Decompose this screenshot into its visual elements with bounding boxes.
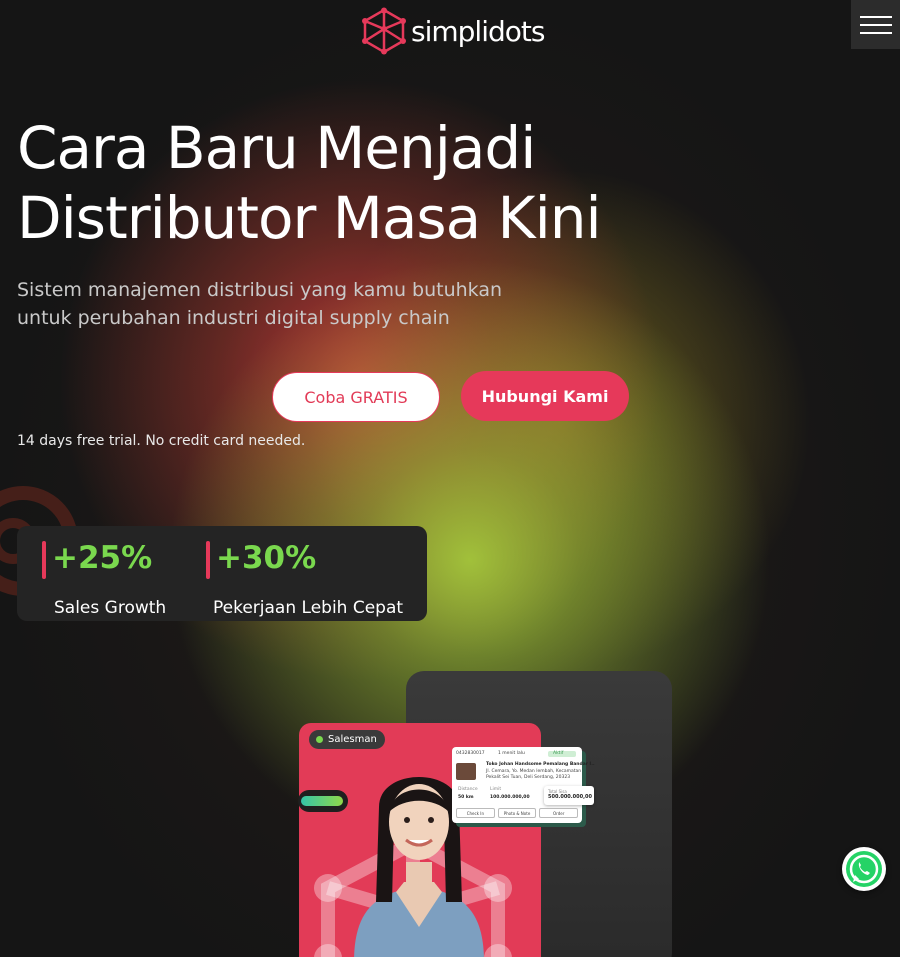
total-remaining-box: Total Sisa 500.000.000,00 xyxy=(544,786,594,805)
hero-subtitle: Sistem manajemen distribusi yang kamu bu… xyxy=(17,276,537,332)
visit-actions: Check In Photo & Note Order xyxy=(456,808,579,818)
salesman-badge: Salesman xyxy=(309,730,385,749)
checkin-button: Check In xyxy=(456,808,495,818)
stat-accent-bar xyxy=(206,541,210,579)
status-dot-icon xyxy=(316,736,323,743)
contact-us-button[interactable]: Hubungi Kami xyxy=(461,371,629,421)
stats-card: +25% Sales Growth +30% Pekerjaan Lebih C… xyxy=(17,526,427,621)
logo-mark-icon xyxy=(362,7,406,55)
store-address-2: Pekalit Sei Tuan, Deli Serdang, 20323 xyxy=(486,775,571,780)
salesman-badge-label: Salesman xyxy=(328,734,377,745)
logo-text: simplidots xyxy=(411,14,545,48)
order-button: Order xyxy=(539,808,579,818)
limit-label: Limit xyxy=(490,787,502,792)
hero-title: Cara Baru Menjadi Distributor Masa Kini xyxy=(17,113,657,253)
visit-id: 0432830017 xyxy=(456,751,485,756)
site-header: simplidots xyxy=(0,0,900,60)
hero-subtitle-line1: Sistem manajemen distribusi yang kamu bu… xyxy=(17,279,503,301)
stat-value: +25% xyxy=(52,540,153,576)
visit-time: 1 menit lalu xyxy=(498,751,525,756)
store-address-1: Jl. Cemara, Yo. Medan lembah, Kecamatan xyxy=(486,769,582,774)
logo[interactable]: simplidots xyxy=(361,7,545,55)
hamburger-icon xyxy=(859,31,892,34)
stat-label: Sales Growth xyxy=(54,598,167,618)
photo-note-button: Photo & Note xyxy=(497,808,537,818)
trial-note: 14 days free trial. No credit card neede… xyxy=(17,433,306,449)
store-name: Toko Johan Handsome Pemalang Bandar I.. xyxy=(486,762,595,767)
hamburger-menu-button[interactable] xyxy=(851,0,900,49)
try-free-button[interactable]: Coba GRATIS xyxy=(272,372,440,422)
stat-label: Pekerjaan Lebih Cepat xyxy=(213,598,404,618)
distance-label: Distance xyxy=(458,787,478,792)
store-visit-card: 0432830017 1 menit lalu Aktif Toko Johan… xyxy=(452,747,595,823)
hamburger-icon xyxy=(859,23,892,26)
limit-value: 100.000.000,00 xyxy=(490,795,530,800)
visit-status: Aktif xyxy=(553,751,564,756)
distance-value: 50 km xyxy=(458,795,474,800)
whatsapp-chat-button[interactable] xyxy=(842,847,886,891)
hero-subtitle-line2: untuk perubahan industri digital supply … xyxy=(17,307,450,329)
store-thumbnail xyxy=(456,763,476,780)
hero-title-line1: Cara Baru Menjadi xyxy=(17,114,536,182)
stat-accent-bar xyxy=(42,541,46,579)
whatsapp-icon xyxy=(846,851,882,887)
hamburger-icon xyxy=(859,15,892,18)
hero-title-line2: Distributor Masa Kini xyxy=(17,184,602,252)
stat-value: +30% xyxy=(216,540,317,576)
total-value: 500.000.000,00 xyxy=(548,794,592,800)
